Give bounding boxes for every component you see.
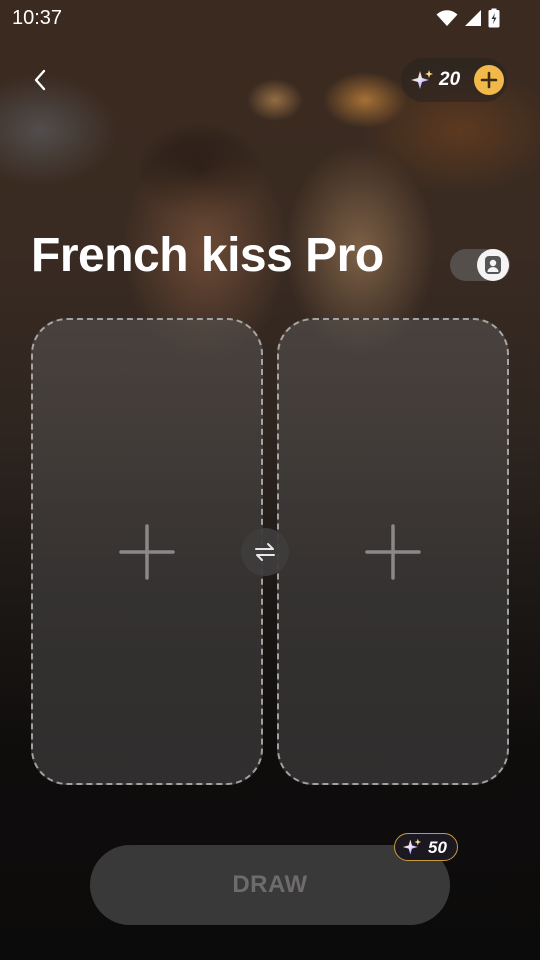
chevron-left-icon xyxy=(34,69,46,91)
back-button[interactable] xyxy=(24,62,56,98)
sparkle-star-icon xyxy=(402,838,422,855)
status-time: 10:37 xyxy=(12,7,63,29)
cost-count: 50 xyxy=(428,838,447,857)
credits-count: 20 xyxy=(439,69,461,90)
draw-button[interactable]: DRAW xyxy=(90,845,450,925)
swap-arrows-icon xyxy=(255,543,275,561)
wifi-icon xyxy=(436,10,458,26)
battery-charging-icon xyxy=(488,8,500,28)
cost-badge: 50 xyxy=(394,833,458,861)
person-badge-icon xyxy=(485,256,501,274)
swap-button[interactable] xyxy=(241,528,289,576)
signal-icon xyxy=(465,10,481,26)
upload-slot-left[interactable] xyxy=(31,318,263,785)
plus-icon xyxy=(365,523,421,580)
profile-toggle[interactable] xyxy=(450,249,510,281)
status-icons xyxy=(436,8,500,28)
credits-pill[interactable]: 20 xyxy=(401,58,507,102)
page-title: French kiss Pro xyxy=(31,229,384,282)
plus-icon xyxy=(119,523,175,580)
status-bar: 10:37 xyxy=(0,0,540,36)
plus-icon xyxy=(480,71,498,89)
add-credits-button[interactable] xyxy=(474,65,504,95)
upload-slot-right[interactable] xyxy=(277,318,509,785)
profile-toggle-knob xyxy=(477,249,509,281)
sparkle-star-icon xyxy=(411,70,433,89)
